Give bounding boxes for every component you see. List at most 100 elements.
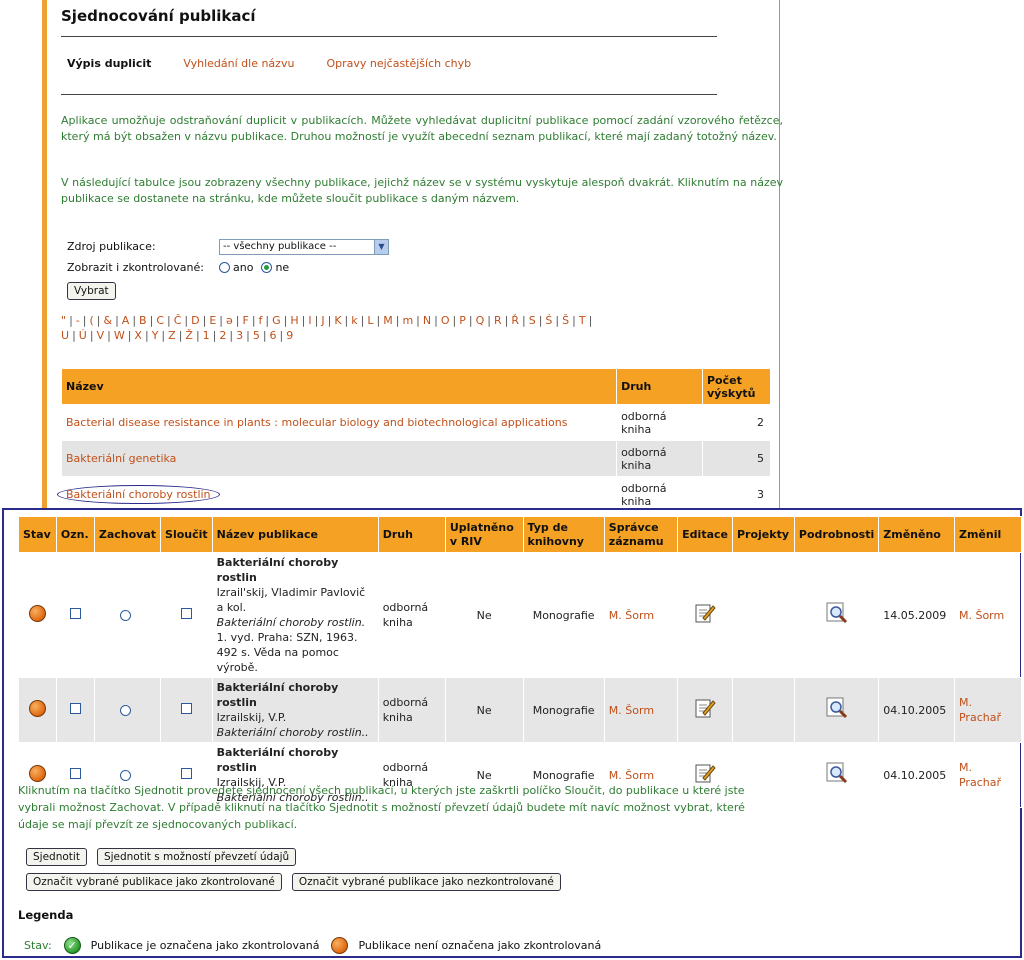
record-admin-link[interactable]: M. Šorm xyxy=(609,704,654,717)
keep-radio[interactable] xyxy=(120,705,132,716)
col-count: Počet výskytů xyxy=(702,368,771,405)
merge-checkbox[interactable] xyxy=(180,767,192,779)
merge-with-data-button[interactable]: Sjednotit s možností převzetí údajů xyxy=(96,848,297,866)
keep-radio[interactable] xyxy=(120,770,132,781)
publication-link[interactable]: Bakteriální genetika xyxy=(66,452,176,465)
radio-no[interactable] xyxy=(261,262,273,273)
edit-icon[interactable] xyxy=(694,602,716,624)
publication-link[interactable]: Bacterial disease resistance in plants :… xyxy=(66,416,567,429)
details-icon[interactable] xyxy=(826,602,848,624)
alphabet-link[interactable]: k xyxy=(351,314,357,327)
alphabet-link[interactable]: V xyxy=(97,329,105,342)
alphabet-link[interactable]: E xyxy=(209,314,216,327)
alphabet-link[interactable]: Z xyxy=(168,329,176,342)
mark-checkbox[interactable] xyxy=(69,607,81,619)
tab-search-by-name[interactable]: Vyhledání dle názvu xyxy=(183,57,294,70)
alphabet-link[interactable]: R xyxy=(494,314,502,327)
alphabet-link[interactable]: 5 xyxy=(253,329,260,342)
source-select[interactable]: -- všechny publikace -- ▼ xyxy=(219,238,389,255)
alphabet-link[interactable]: N xyxy=(423,314,431,327)
changed-by-link[interactable]: M. Šorm xyxy=(959,609,1004,622)
alphabet-link[interactable]: O xyxy=(441,314,450,327)
alphabet-link[interactable]: m xyxy=(402,314,413,327)
alphabet-link[interactable]: Ž xyxy=(185,329,193,342)
tab-common-fixes[interactable]: Opravy nejčastějších chyb xyxy=(326,57,471,70)
alphabet-link[interactable]: Y xyxy=(152,329,159,342)
details-icon[interactable] xyxy=(826,762,848,784)
record-admin-link[interactable]: M. Šorm xyxy=(609,609,654,622)
alphabet-link[interactable]: 2 xyxy=(219,329,226,342)
keep-radio[interactable] xyxy=(120,610,132,621)
alphabet-link[interactable]: J xyxy=(321,314,324,327)
alphabet-link[interactable]: M xyxy=(383,314,393,327)
edit-icon[interactable] xyxy=(694,762,716,784)
source-label: Zdroj publikace: xyxy=(67,240,156,253)
alphabet-link[interactable]: Ú xyxy=(79,329,87,342)
alphabet-separator: | xyxy=(487,314,491,327)
alphabet-link[interactable]: 6 xyxy=(270,329,277,342)
alphabet-link[interactable]: G xyxy=(272,314,281,327)
merge-checkbox[interactable] xyxy=(180,607,192,619)
checked-label: Zobrazit i zkontrolované: xyxy=(67,261,204,274)
mark-unchecked-button[interactable]: Označit vybrané publikace jako nezkontro… xyxy=(291,873,561,891)
merge-checkbox[interactable] xyxy=(180,702,192,714)
alphabet-link[interactable]: F xyxy=(243,314,249,327)
alphabet-link[interactable]: W xyxy=(114,329,125,342)
library-type: Monografie xyxy=(522,677,605,743)
alphabet-link[interactable]: A xyxy=(122,314,130,327)
alphabet-link[interactable]: Q xyxy=(476,314,485,327)
alphabet-link[interactable]: D xyxy=(191,314,199,327)
table-row: Bacterial disease resistance in plants :… xyxy=(60,404,771,441)
col-projekty: Projekty xyxy=(731,516,795,553)
alphabet-link[interactable]: 9 xyxy=(286,329,293,342)
alphabet-link[interactable]: ( xyxy=(89,314,93,327)
alphabet-link[interactable]: H xyxy=(290,314,298,327)
record-admin-link[interactable]: M. Šorm xyxy=(609,769,654,782)
alphabet-link[interactable]: B xyxy=(139,314,147,327)
changed-date: 04.10.2005 xyxy=(878,677,955,743)
alphabet-link[interactable]: C xyxy=(156,314,164,327)
radio-no-label: ne xyxy=(275,261,290,274)
alphabet-link[interactable]: Š xyxy=(562,314,569,327)
mark-checked-button[interactable]: Označit vybrané publikace jako zkontrolo… xyxy=(26,873,282,891)
publication-link-highlighted[interactable]: Bakteriální choroby rostlin xyxy=(57,485,220,504)
merge-button[interactable]: Sjednotit xyxy=(26,848,87,866)
select-button[interactable]: Vybrat xyxy=(67,281,116,300)
alphabet-link[interactable]: Ř xyxy=(511,314,519,327)
alphabet-link[interactable]: P xyxy=(459,314,466,327)
alphabet-link[interactable]: X xyxy=(134,329,142,342)
alphabet-link[interactable]: Č xyxy=(174,314,182,327)
unchecked-status-icon xyxy=(28,699,46,717)
alphabet-link[interactable]: ə xyxy=(226,314,233,327)
alphabet-link[interactable]: U xyxy=(61,329,69,342)
alphabet-link[interactable]: K xyxy=(334,314,341,327)
alphabet-link[interactable]: I xyxy=(308,314,311,327)
alphabet-link[interactable]: L xyxy=(367,314,373,327)
alphabet-link[interactable]: Ś xyxy=(545,314,552,327)
alphabet-link[interactable]: & xyxy=(104,314,113,327)
unchecked-status-icon xyxy=(28,764,46,782)
publication-type: odborná kniha xyxy=(377,552,446,678)
radio-yes[interactable] xyxy=(219,262,230,273)
publication-citation: 1. vyd. Praha: SZN, 1963. 492 s. Věda na… xyxy=(216,631,358,674)
alphabet-separator: | xyxy=(184,314,189,327)
alphabet-link[interactable]: - xyxy=(76,314,80,327)
chevron-down-icon[interactable]: ▼ xyxy=(374,239,388,254)
alphabet-link[interactable]: T xyxy=(579,314,586,327)
col-riv: Uplatněno v RIV xyxy=(444,516,524,553)
alphabet-line-2: U | Ú | V | W | X | Y | Z | Ž | 1 | 2 | 3 | 5 | 6 | 9 xyxy=(61,328,781,343)
changed-by-link[interactable]: M. Prachař xyxy=(959,696,1001,724)
tab-duplicates[interactable]: Výpis duplicit xyxy=(67,57,151,70)
alphabet-link[interactable]: 1 xyxy=(203,329,210,342)
alphabet-line-1: " | - |(| & | A | B | C | Č | D | E | ə | F | f | G | H | I | J | K | k | L |… xyxy=(61,313,781,328)
table-description: V následující tabulce jsou zobrazeny vše… xyxy=(61,176,783,205)
alphabet-link[interactable]: S xyxy=(529,314,536,327)
mark-checkbox[interactable] xyxy=(69,702,81,714)
details-icon[interactable] xyxy=(826,697,848,719)
mark-checkbox[interactable] xyxy=(69,767,81,779)
alphabet-link[interactable]: 3 xyxy=(236,329,243,342)
edit-icon[interactable] xyxy=(694,697,716,719)
alphabet-link[interactable]: " xyxy=(61,314,66,327)
changed-by-link[interactable]: M. Prachař xyxy=(959,761,1001,789)
alphabet-link[interactable]: f xyxy=(259,314,263,327)
